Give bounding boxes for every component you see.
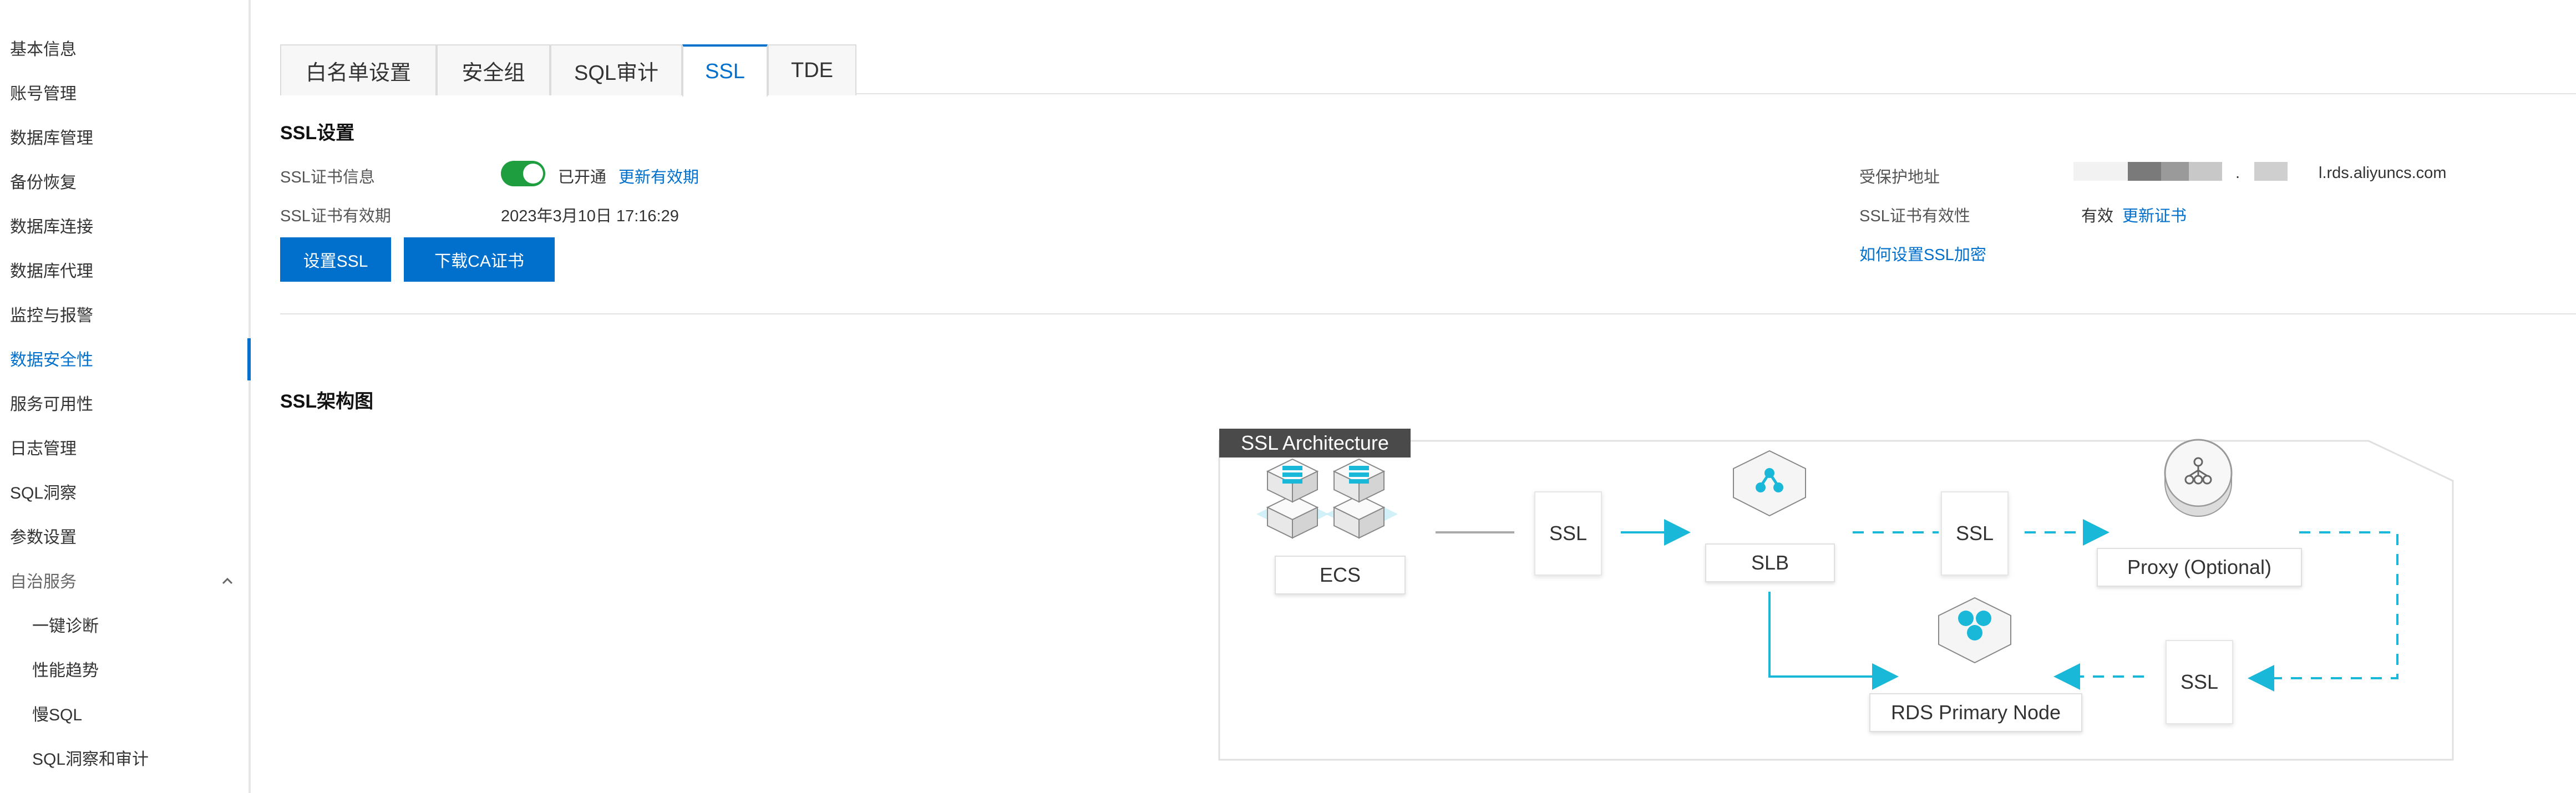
tab-security-group[interactable]: 安全组 [437,44,550,95]
tab-ssl[interactable]: SSL [682,44,768,96]
sidebar-item-parameter-settings[interactable]: 参数设置 [10,527,77,549]
sidebar-item-service-availability[interactable]: 服务可用性 [10,394,93,416]
update-cert-link[interactable]: 更新证书 [2122,203,2187,226]
protected-address-value: l.rds.aliyuncs.com [2319,164,2447,182]
sidebar-item-database-connection[interactable]: 数据库连接 [10,216,93,238]
chevron-up-icon[interactable] [217,571,237,591]
sidebar-nav: 基本信息 账号管理 数据库管理 备份恢复 数据库连接 数据库代理 监控与报警 数… [0,0,251,793]
ssl-card-3: SSL [2166,640,2233,724]
ssl-card-2: SSL [1941,491,2009,576]
tab-sql-audit[interactable]: SQL审计 [550,44,682,95]
proxy-node-label: Proxy (Optional) [2097,548,2302,587]
active-item-indicator [247,338,251,380]
sidebar-item-slow-sql[interactable]: 慢SQL [32,704,82,726]
sidebar-item-data-security[interactable]: 数据安全性 [10,349,93,372]
how-to-set-ssl-link[interactable]: 如何设置SSL加密 [1859,242,1986,265]
tabs-baseline-right [768,93,2576,94]
sidebar-item-database-proxy[interactable]: 数据库代理 [10,261,93,283]
ssl-enabled-toggle[interactable] [501,161,545,186]
ssl-settings-title: SSL设置 [280,123,355,144]
rds-node-label: RDS Primary Node [1869,693,2082,732]
proxy-icon [2164,439,2233,517]
tab-tde[interactable]: TDE [768,44,856,95]
protected-address-label: 受保护地址 [1859,169,1940,186]
protected-address-dot: . [2235,164,2240,182]
sidebar-item-sql-insight-audit[interactable]: SQL洞察和审计 [32,749,149,771]
ssl-status-text: 已开通 [558,169,607,186]
ssl-architecture-title: SSL架构图 [280,391,374,412]
sidebar-group-autonomous-service[interactable]: 自治服务 [10,571,77,593]
toggle-knob [523,164,543,184]
sidebar-item-account-management[interactable]: 账号管理 [10,83,77,105]
download-ca-button[interactable]: 下载CA证书 [404,237,555,282]
ssl-validity-label: SSL证书有效期 [280,207,391,225]
sidebar-item-log-management[interactable]: 日志管理 [10,438,77,460]
diagram-frame [1218,440,2454,761]
cert-validity-label: SSL证书有效性 [1859,207,1970,225]
diagram-title-label: SSL Architecture [1219,429,1411,458]
tab-whitelist[interactable]: 白名单设置 [280,44,437,95]
sidebar-item-monitoring-alerts[interactable]: 监控与报警 [10,305,93,327]
ssl-validity-value: 2023年3月10日 17:16:29 [501,207,679,225]
sidebar-item-backup-restore[interactable]: 备份恢复 [10,172,77,194]
sidebar-item-sql-insight[interactable]: SQL洞察 [10,482,77,505]
section-divider [280,313,2576,314]
cert-validity-value: 有效 [2081,207,2114,225]
ssl-cert-info-label: SSL证书信息 [280,169,375,186]
sidebar-item-performance-trends[interactable]: 性能趋势 [32,660,99,682]
sidebar-item-basic-info[interactable]: 基本信息 [10,39,77,61]
update-validity-link[interactable]: 更新有效期 [618,164,699,187]
set-ssl-button[interactable]: 设置SSL [280,237,391,282]
sidebar-item-one-click-diagnosis[interactable]: 一键诊断 [32,616,99,638]
ecs-node-label: ECS [1275,556,1406,594]
ssl-card-1: SSL [1534,491,1602,576]
sidebar-item-database-management[interactable]: 数据库管理 [10,128,93,150]
slb-node-label: SLB [1705,543,1835,582]
